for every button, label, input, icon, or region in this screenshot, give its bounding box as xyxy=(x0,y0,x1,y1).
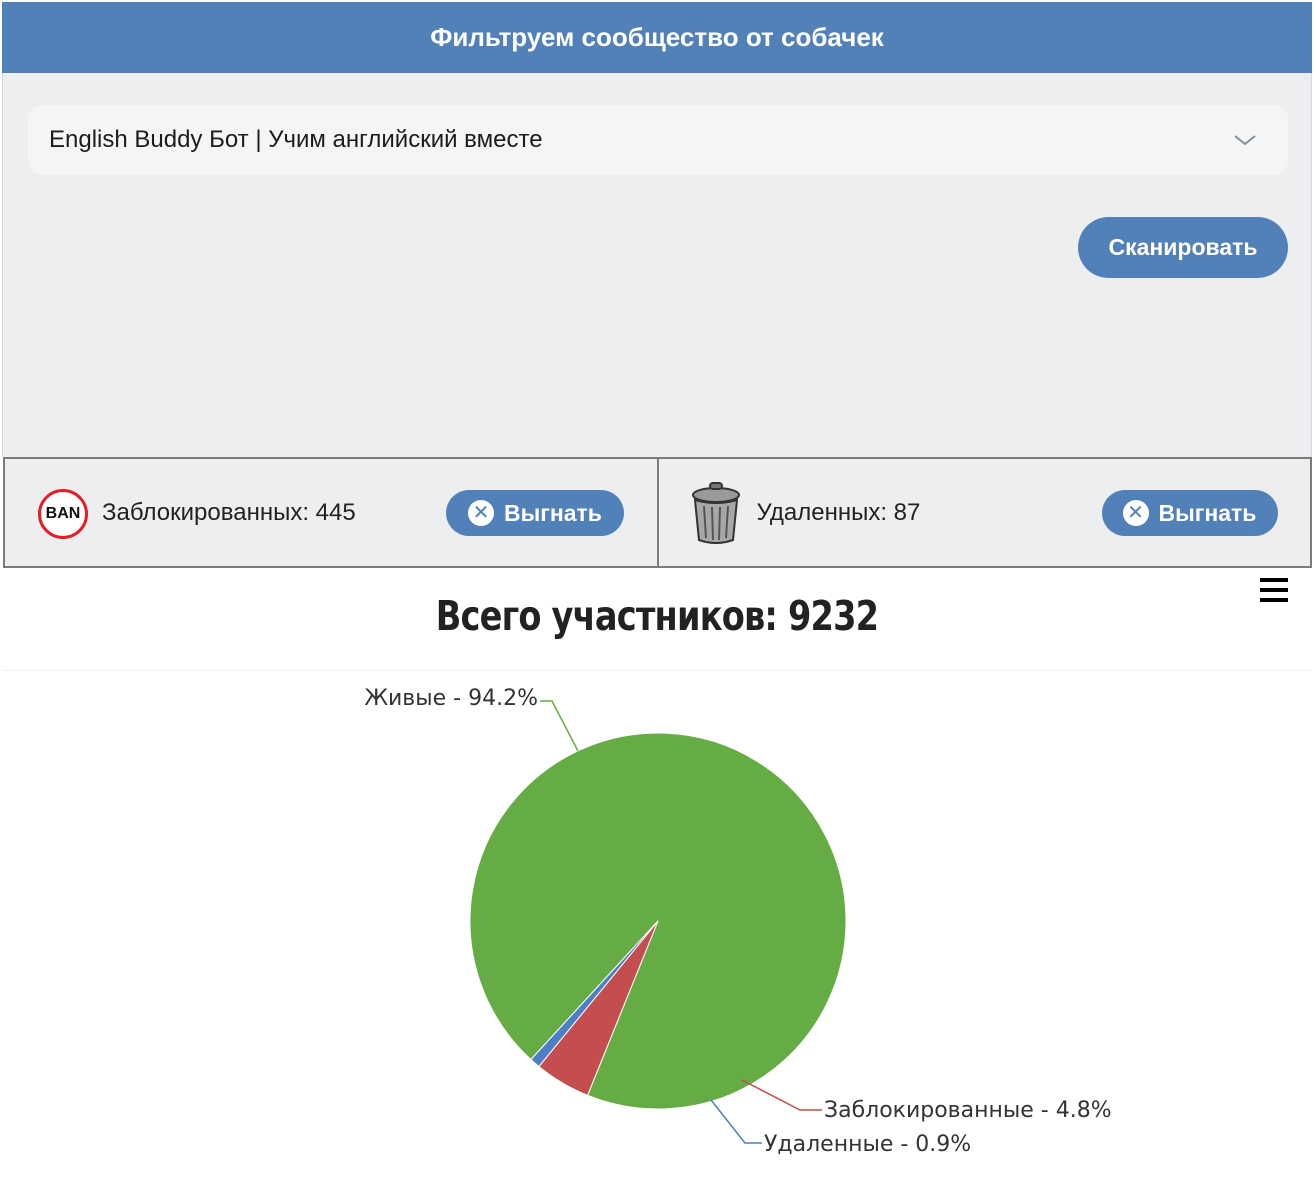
pie-label: Удаленные - 0.9% xyxy=(764,1132,971,1157)
app-frame: Фильтруем сообщество от собачек English … xyxy=(0,0,1314,1184)
pie-label: Заблокированные - 4.8% xyxy=(824,1098,1112,1123)
pie-chart: Живые - 94.2% Заблокированные - 4.8% Удале… xyxy=(364,686,1112,1157)
pie-leader-line xyxy=(540,700,579,752)
pie-label: Живые - 94.2% xyxy=(364,686,538,711)
pie-leader-line xyxy=(710,1099,762,1144)
pie-leader-line xyxy=(741,1079,822,1111)
